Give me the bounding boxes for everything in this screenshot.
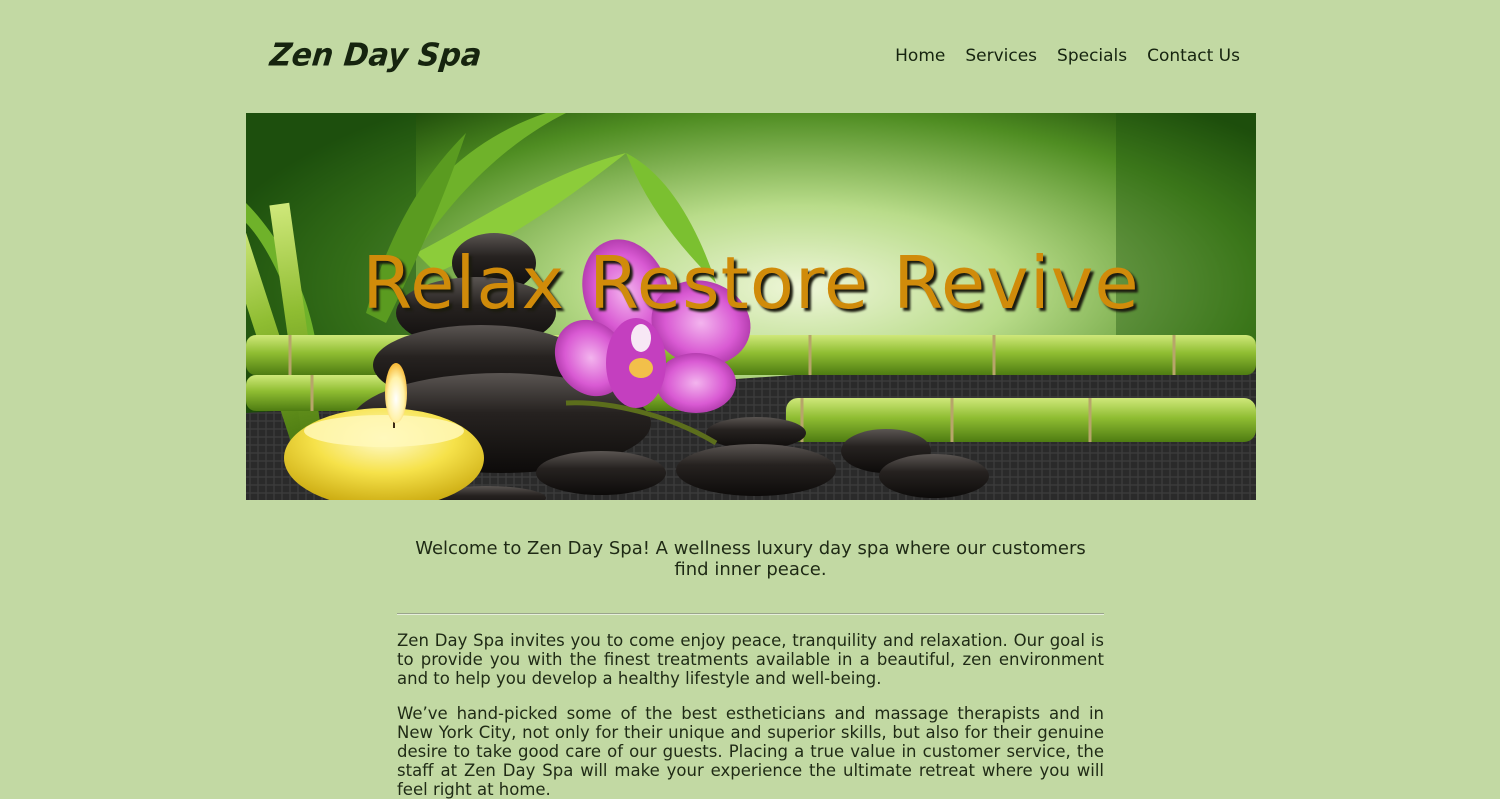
nav-services-link[interactable]: Services — [965, 46, 1037, 66]
site-logo[interactable]: Zen Day Spa — [268, 37, 483, 74]
section-divider — [397, 613, 1104, 615]
intro-paragraph: Zen Day Spa invites you to come enjoy pe… — [397, 631, 1104, 688]
nav-home-link[interactable]: Home — [895, 46, 945, 66]
welcome-text: Welcome to Zen Day Spa! A wellness luxur… — [415, 538, 1086, 580]
nav-contact-link[interactable]: Contact Us — [1147, 46, 1240, 66]
hero-title: Relax Restore Revive — [362, 241, 1140, 325]
hero-banner: Relax Restore Revive — [246, 113, 1256, 500]
nav-specials-link[interactable]: Specials — [1057, 46, 1127, 66]
main-nav: Home Services Specials Contact Us — [895, 46, 1240, 66]
staff-paragraph: We’ve hand-picked some of the best esthe… — [397, 704, 1104, 799]
